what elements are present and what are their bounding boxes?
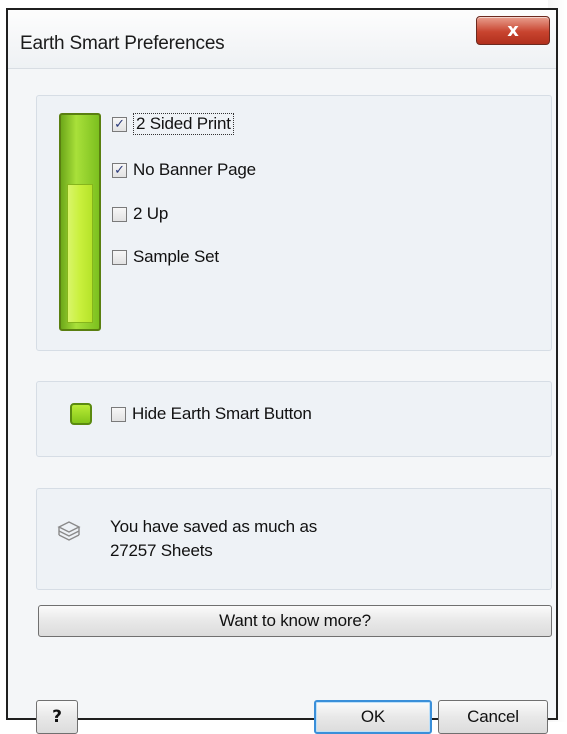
checkbox-sample-set[interactable]	[112, 249, 127, 265]
option-label: Hide Earth Smart Button	[132, 404, 312, 423]
print-options-group: ✓ 2 Sided Print ✓ No Banner Page 2 Up Sa…	[36, 95, 552, 351]
option-no-banner-page[interactable]: ✓ No Banner Page	[112, 158, 256, 182]
option-sample-set[interactable]: Sample Set	[112, 245, 219, 269]
option-label: No Banner Page	[133, 160, 256, 179]
option-2-sided-print[interactable]: ✓ 2 Sided Print	[112, 112, 234, 136]
checkbox-2-sided-print[interactable]: ✓	[112, 116, 127, 132]
option-label: 2 Up	[133, 204, 169, 223]
ok-button[interactable]: OK	[314, 700, 432, 734]
option-label: Sample Set	[133, 247, 219, 266]
cancel-button[interactable]: Cancel	[438, 700, 548, 734]
gauge-fill	[67, 184, 93, 323]
checkbox-no-banner-page[interactable]: ✓	[112, 162, 127, 178]
title-bar[interactable]: Earth Smart Preferences x	[8, 10, 556, 68]
savings-line-1: You have saved as much as	[110, 517, 318, 536]
want-to-know-more-button[interactable]: Want to know more?	[38, 605, 552, 637]
savings-text: You have saved as much as 27257 Sheets	[110, 515, 317, 563]
option-2-up[interactable]: 2 Up	[112, 202, 168, 226]
savings-group: You have saved as much as 27257 Sheets	[36, 488, 552, 590]
option-label: 2 Sided Print	[133, 113, 234, 135]
earth-smart-button-icon	[70, 403, 92, 425]
dialog-content: ✓ 2 Sided Print ✓ No Banner Page 2 Up Sa…	[8, 68, 556, 734]
close-icon: x	[507, 20, 519, 41]
window-title: Earth Smart Preferences	[20, 33, 225, 54]
close-button[interactable]: x	[476, 16, 550, 45]
gauge-icon	[59, 113, 101, 331]
savings-line-2: 27257 Sheets	[110, 541, 213, 560]
earth-smart-preferences-dialog: Earth Smart Preferences x ✓ 2 Sided Prin…	[6, 8, 558, 734]
help-button[interactable]: ?	[36, 700, 78, 734]
checkbox-2-up[interactable]	[112, 206, 127, 222]
sheets-stack-icon	[57, 521, 81, 541]
checkbox-hide-earth-smart-button[interactable]	[111, 406, 126, 422]
hide-button-group: Hide Earth Smart Button	[36, 381, 552, 457]
option-hide-earth-smart-button[interactable]: Hide Earth Smart Button	[111, 402, 312, 426]
